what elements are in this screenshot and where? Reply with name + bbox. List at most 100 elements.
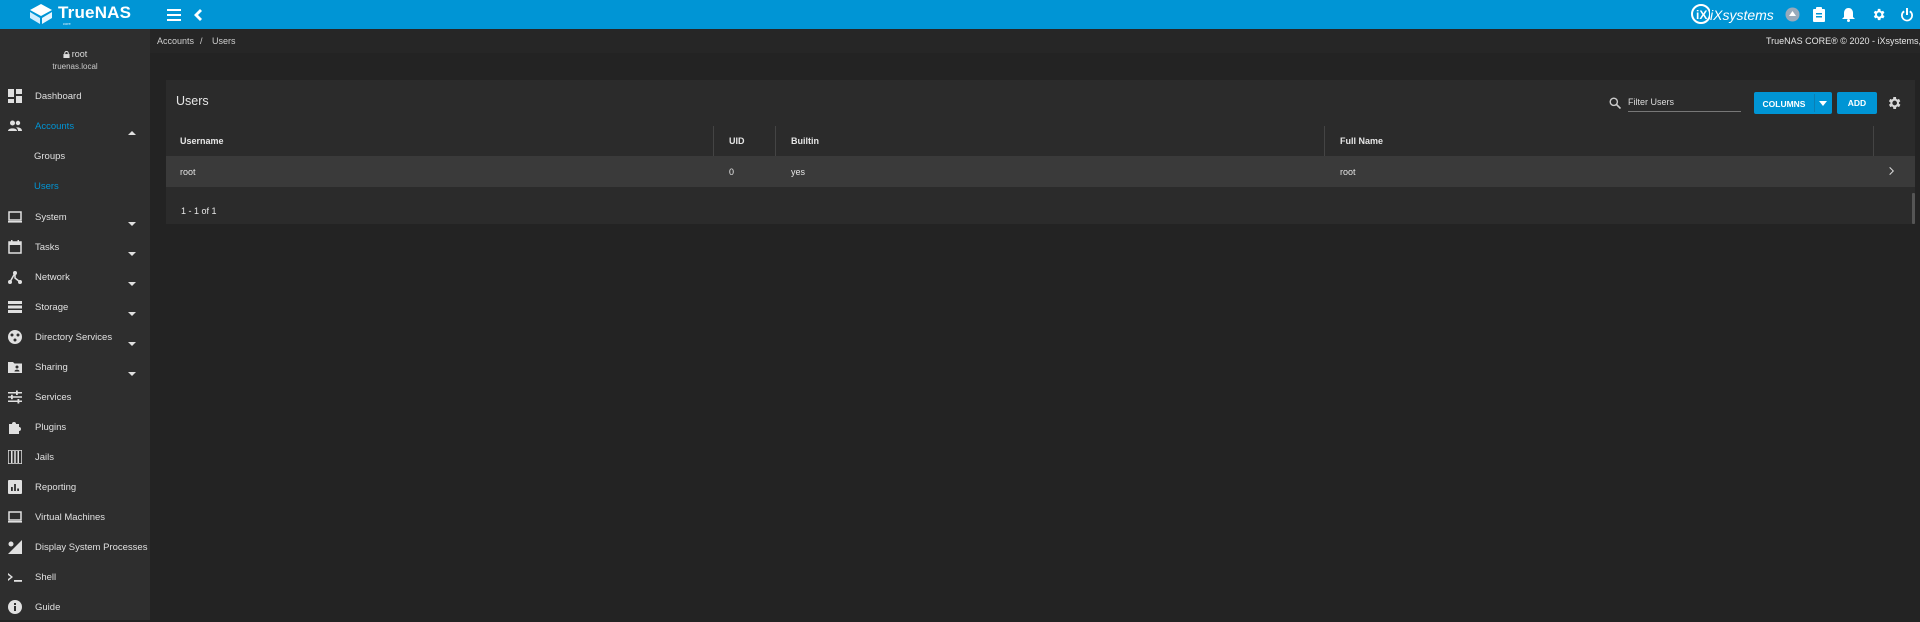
collapse-button[interactable] xyxy=(184,0,212,29)
sidebar-item-network[interactable]: Network xyxy=(0,262,150,292)
chevron-right-icon[interactable] xyxy=(1888,166,1896,176)
sidebar-item-plugins[interactable]: Plugins xyxy=(0,412,150,442)
sidebar-item-label: Shell xyxy=(35,571,57,583)
sidebar-item-label: Dashboard xyxy=(35,90,82,102)
laptop-icon xyxy=(8,510,22,524)
directory-services-icon xyxy=(8,330,22,344)
sidebar-item-services[interactable]: Services xyxy=(0,382,150,412)
sidebar-item-reporting[interactable]: Reporting xyxy=(0,472,150,502)
column-header-full-name[interactable]: Full Name xyxy=(1340,136,1383,146)
page-title: Users xyxy=(176,94,209,108)
columns-label: COLUMNS xyxy=(1762,99,1806,109)
table-header: Username UID Builtin Full Name xyxy=(166,126,1915,157)
column-header-builtin[interactable]: Builtin xyxy=(791,136,819,146)
status-indicator-icon xyxy=(1785,7,1799,22)
caret-down-icon xyxy=(1819,101,1827,106)
sidebar-item-shell[interactable]: Shell xyxy=(0,562,150,592)
jail-icon xyxy=(7,449,23,465)
filter xyxy=(1609,93,1745,113)
chevron-down-icon xyxy=(128,274,136,286)
sidebar-item-label: Plugins xyxy=(35,421,67,433)
column-divider[interactable] xyxy=(1324,126,1325,156)
sidebar-item-tasks[interactable]: Tasks xyxy=(0,232,150,262)
button-divider xyxy=(1814,94,1815,112)
status-button[interactable] xyxy=(1778,0,1806,29)
table-row[interactable]: root 0 yes root xyxy=(166,157,1915,187)
processes-icon xyxy=(8,540,22,554)
sidebar-item-storage[interactable]: Storage xyxy=(0,292,150,322)
power-button[interactable] xyxy=(1893,0,1920,29)
sidebar-item-label: Jails xyxy=(35,451,55,463)
clipboard-icon xyxy=(1813,7,1825,22)
sidebar-item-sharing[interactable]: Sharing xyxy=(0,352,150,382)
brand-logo[interactable]: TrueNAS core xyxy=(0,0,150,29)
terminal-icon xyxy=(8,570,22,584)
table-settings-gear-icon[interactable] xyxy=(1886,95,1902,111)
sidebar-item-guide[interactable]: Guide xyxy=(0,592,150,622)
bell-icon xyxy=(1841,7,1855,22)
settings-button[interactable] xyxy=(1864,0,1892,29)
column-divider[interactable] xyxy=(1873,126,1874,156)
tune-icon xyxy=(8,390,22,404)
sidebar-subitem-groups[interactable]: Groups xyxy=(0,141,150,171)
sidebar-item-virtual-machines[interactable]: Virtual Machines xyxy=(0,502,150,532)
sidebar-item-jails[interactable]: Jails xyxy=(0,442,150,472)
tasks-button[interactable] xyxy=(1805,0,1833,29)
copyright-text: TrueNAS CORE® © 2020 - iXsystems, Inc xyxy=(1766,36,1920,46)
laptop-icon xyxy=(8,210,22,224)
filter-users-input[interactable] xyxy=(1628,93,1741,112)
sidebar-item-display-system-processes[interactable]: Display System Processes xyxy=(0,532,150,562)
scrollbar[interactable] xyxy=(1912,193,1915,224)
sidebar-item-label: Display System Processes xyxy=(35,541,148,553)
power-icon xyxy=(1901,7,1913,21)
cell-uid: 0 xyxy=(729,167,735,177)
sidebar-subitem-users[interactable]: Users xyxy=(0,171,150,201)
info-icon xyxy=(8,600,22,614)
breadcrumb-separator: / xyxy=(200,36,203,46)
calendar-icon xyxy=(8,240,22,254)
user-name: root xyxy=(71,49,88,59)
sidebar-subitem-label: Users xyxy=(34,181,59,192)
ixsystems-logo-icon: iX xyxy=(1691,4,1710,24)
column-divider[interactable] xyxy=(713,126,714,156)
top-bar: TrueNAS core iX iXsystems xyxy=(0,0,1920,29)
folder-shared-icon xyxy=(8,360,22,374)
sidebar-item-accounts[interactable]: Accounts xyxy=(0,111,150,141)
brand-name: TrueNAS xyxy=(58,3,132,22)
add-user-button[interactable]: ADD xyxy=(1837,92,1877,114)
sidebar-item-label: Storage xyxy=(35,301,69,313)
chevron-left-icon xyxy=(194,8,202,21)
sidebar-item-label: Accounts xyxy=(35,120,75,132)
chevron-down-icon xyxy=(128,214,136,226)
puzzle-icon xyxy=(8,420,22,434)
sidebar-item-system[interactable]: System xyxy=(0,202,150,232)
chart-icon xyxy=(8,480,22,494)
lock-icon xyxy=(63,51,70,58)
search-icon xyxy=(1609,97,1621,109)
users-card: Users COLUMNS ADD Username UID Builtin F… xyxy=(166,80,1915,224)
sidebar-item-label: Services xyxy=(35,391,72,403)
column-header-username[interactable]: Username xyxy=(180,136,224,146)
breadcrumb-accounts[interactable]: Accounts xyxy=(157,36,194,46)
notifications-button[interactable] xyxy=(1834,0,1862,29)
svg-text:iX: iX xyxy=(1696,8,1707,22)
user-host: truenas.local xyxy=(52,62,98,71)
network-icon xyxy=(8,270,22,284)
storage-icon xyxy=(8,300,22,314)
truenas-logo-icon xyxy=(30,4,52,24)
columns-button[interactable]: COLUMNS xyxy=(1754,92,1832,114)
sidebar-item-dashboard[interactable]: Dashboard xyxy=(0,81,150,111)
sidebar: root truenas.local Dashboard Accounts Gr… xyxy=(0,29,150,620)
column-header-uid[interactable]: UID xyxy=(729,136,745,146)
brand-sub: core xyxy=(63,21,71,26)
user-info: root truenas.local xyxy=(0,29,150,75)
column-divider[interactable] xyxy=(775,126,776,156)
sidebar-item-label: System xyxy=(35,211,67,223)
breadcrumb: Accounts / Users TrueNAS CORE® © 2020 - … xyxy=(150,29,1920,53)
sidebar-item-directory-services[interactable]: Directory Services xyxy=(0,322,150,352)
sidebar-item-label: Tasks xyxy=(35,241,60,253)
chevron-down-icon xyxy=(128,364,136,376)
cell-builtin: yes xyxy=(791,167,806,177)
people-icon xyxy=(8,119,22,133)
dashboard-icon xyxy=(8,89,22,103)
